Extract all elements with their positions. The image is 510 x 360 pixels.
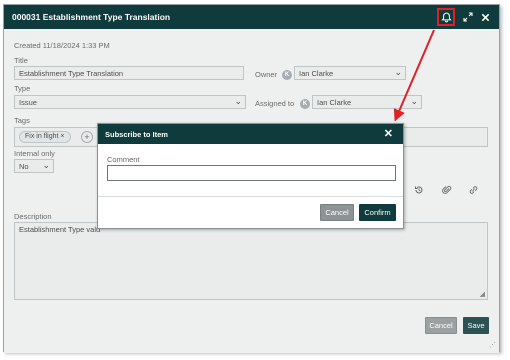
comment-input[interactable] — [107, 165, 396, 181]
subscribe-dialog: Subscribe to Item ✕ Comment Cancel Confi… — [97, 123, 404, 229]
comment-label: Comment — [107, 155, 140, 164]
bell-icon[interactable] — [437, 8, 455, 26]
dialog-close-icon[interactable]: ✕ — [384, 127, 393, 140]
window-titlebar: 000031 Establishment Type Translation — [4, 5, 499, 29]
dialog-confirm-button[interactable]: Confirm — [359, 204, 396, 221]
dialog-cancel-button[interactable]: Cancel — [320, 204, 354, 221]
dialog-divider — [98, 196, 403, 197]
dialog-title: Subscribe to Item — [105, 130, 168, 139]
expand-icon[interactable] — [459, 8, 477, 26]
dialog-cancel-label: Cancel — [325, 208, 349, 217]
window-title: 000031 Establishment Type Translation — [12, 12, 171, 22]
dialog-confirm-label: Confirm — [364, 208, 391, 217]
dialog-header: Subscribe to Item ✕ — [98, 124, 403, 144]
close-icon[interactable] — [476, 8, 494, 26]
